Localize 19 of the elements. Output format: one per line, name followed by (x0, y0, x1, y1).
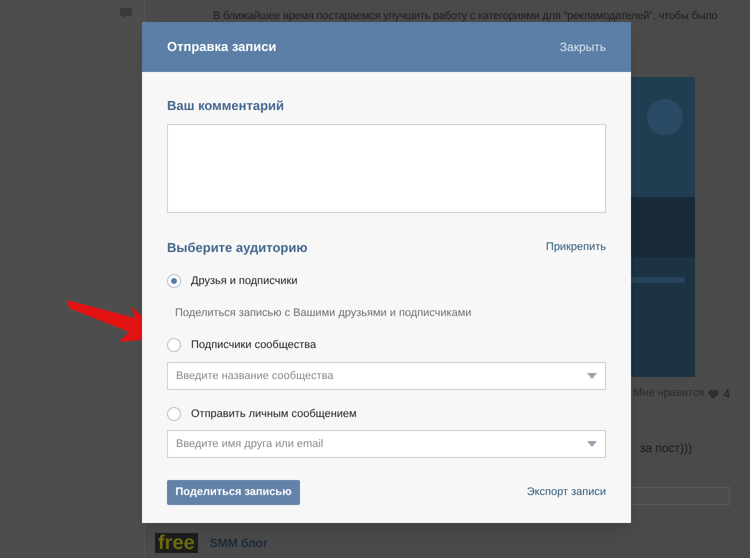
share-button[interactable]: Поделиться записью (167, 480, 300, 505)
comment-label: Ваш комментарий (167, 97, 286, 115)
option-label[interactable]: Друзья и подписчики (191, 273, 298, 290)
option-label[interactable]: Подписчики сообщества (191, 337, 316, 354)
dropdown-caret-icon[interactable] (587, 441, 597, 447)
comment-input[interactable] (167, 124, 606, 212)
select-field[interactable]: Введите имя друга или email (167, 430, 606, 458)
option-description: Поделиться записью с Вашими друзьями и подписчиками (175, 306, 472, 320)
heart-icon[interactable] (708, 388, 720, 398)
dialog-title: Отправка записи (167, 38, 276, 56)
audience-label: Выберите аудиторию (167, 238, 308, 257)
radio-button[interactable] (167, 406, 181, 421)
select-field[interactable]: Введите название сообщества (167, 362, 606, 390)
attach-link[interactable]: Прикрепить (546, 239, 606, 256)
option-label[interactable]: Отправить личным сообщением (191, 406, 357, 422)
radio-button[interactable] (167, 338, 181, 352)
dropdown-caret-icon[interactable] (587, 372, 597, 378)
export-link[interactable]: Экспорт записи (526, 484, 606, 501)
radio-button[interactable] (167, 274, 181, 288)
